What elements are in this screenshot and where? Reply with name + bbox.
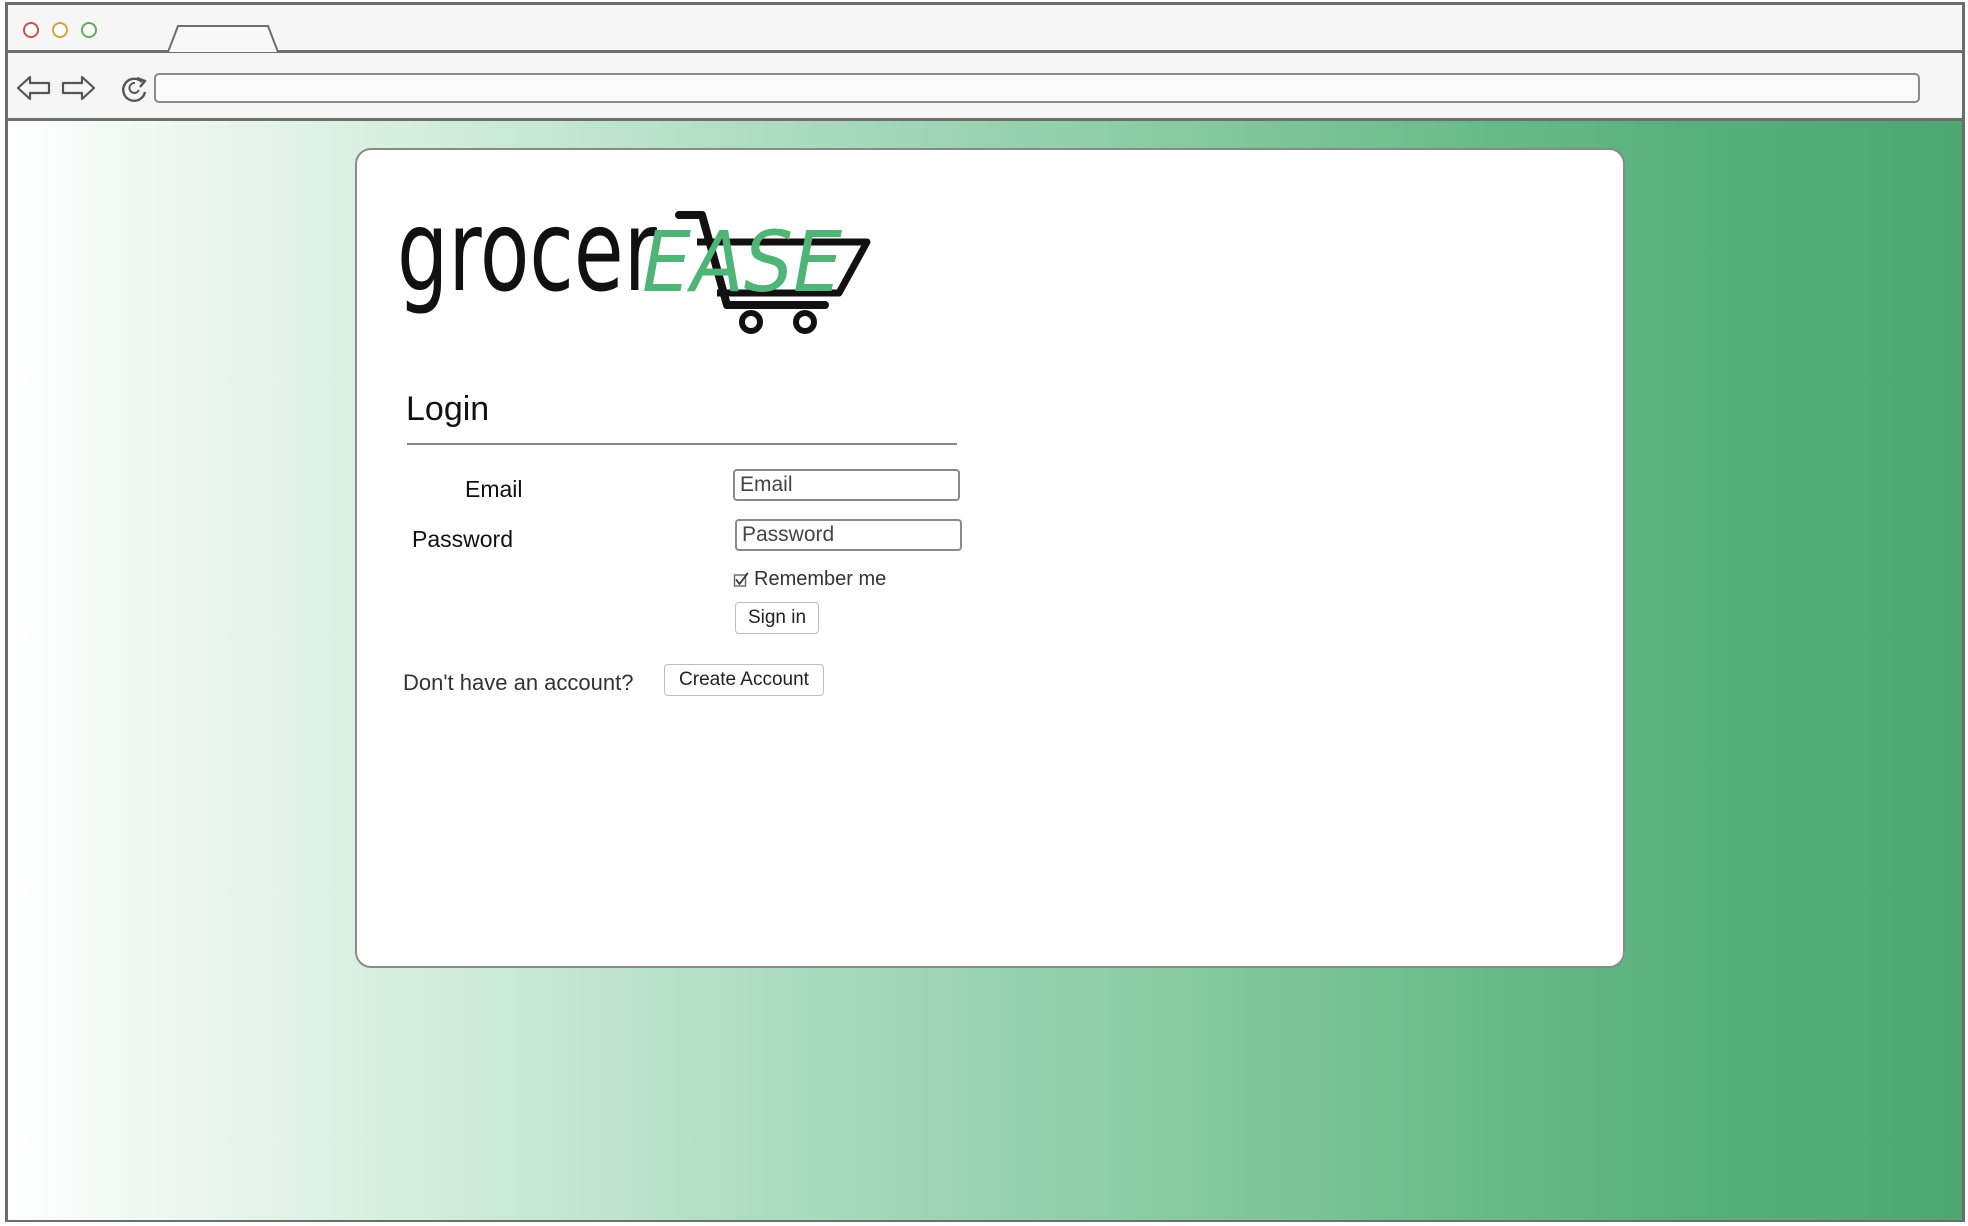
navigation-bar bbox=[8, 53, 1962, 121]
email-label: Email bbox=[465, 476, 523, 502]
remember-me-checkbox[interactable]: Remember me bbox=[733, 568, 886, 591]
login-card: grocer EASE Login Email Password Remembe… bbox=[355, 148, 1625, 968]
back-arrow-icon[interactable] bbox=[16, 73, 52, 103]
svg-text:grocer: grocer bbox=[397, 187, 658, 317]
email-field[interactable] bbox=[733, 469, 960, 501]
create-account-button[interactable]: Create Account bbox=[664, 664, 824, 696]
checkbox-checked-icon[interactable] bbox=[733, 572, 749, 588]
page-viewport: grocer EASE Login Email Password Remembe… bbox=[8, 121, 1962, 1220]
title-bar bbox=[8, 5, 1962, 53]
grocerease-logo: grocer EASE bbox=[397, 187, 871, 334]
reload-icon[interactable] bbox=[118, 73, 152, 103]
address-bar[interactable] bbox=[154, 73, 1920, 103]
remember-me-label: Remember me bbox=[754, 568, 887, 590]
login-heading: Login bbox=[406, 390, 490, 428]
svg-text:EASE: EASE bbox=[642, 213, 842, 311]
browser-window: grocer EASE Login Email Password Remembe… bbox=[5, 2, 1965, 1222]
password-label: Password bbox=[412, 526, 513, 552]
minimize-window-icon[interactable] bbox=[52, 22, 68, 38]
password-field[interactable] bbox=[735, 519, 962, 551]
no-account-prompt: Don't have an account? bbox=[403, 670, 634, 695]
maximize-window-icon[interactable] bbox=[81, 22, 97, 38]
close-window-icon[interactable] bbox=[23, 22, 39, 38]
sign-in-button[interactable]: Sign in bbox=[735, 602, 819, 634]
forward-arrow-icon[interactable] bbox=[60, 73, 96, 103]
browser-tab[interactable] bbox=[168, 25, 278, 53]
login-divider bbox=[407, 443, 957, 445]
